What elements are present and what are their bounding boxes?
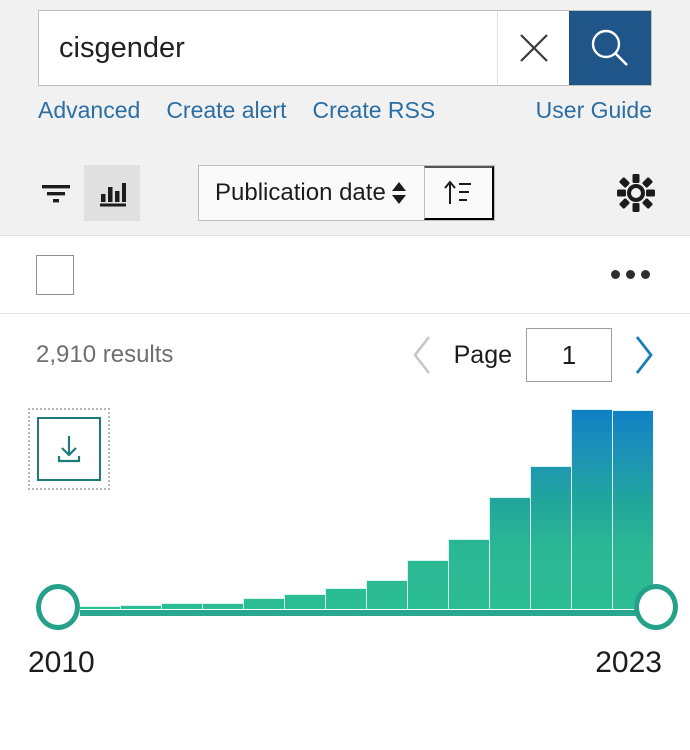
ellipsis-icon (611, 270, 620, 279)
pagination: Page (406, 328, 660, 382)
range-handle-end[interactable] (634, 584, 678, 630)
more-actions-button[interactable] (607, 262, 654, 287)
page-label: Page (453, 340, 512, 369)
filter-icon (42, 184, 70, 202)
histogram-bar[interactable] (571, 409, 612, 609)
advanced-link[interactable]: Advanced (38, 97, 140, 124)
sort-controls: Publication date (198, 164, 495, 221)
close-icon (519, 34, 548, 62)
ellipsis-icon (641, 270, 650, 279)
gear-icon (617, 173, 655, 212)
histogram-bar[interactable] (366, 580, 407, 609)
histogram-bar[interactable] (530, 466, 571, 609)
results-count: 2,910 results (36, 341, 174, 368)
histogram-bars (80, 409, 653, 609)
display-settings-button[interactable] (610, 167, 662, 219)
chevron-left-icon (412, 336, 430, 374)
search-links: Advanced Create alert Create RSS User Gu… (38, 97, 652, 124)
search-submit-button[interactable] (569, 11, 651, 85)
histogram-bar[interactable] (243, 598, 284, 609)
select-all-bar (0, 236, 690, 314)
page-number-input[interactable] (526, 328, 612, 382)
ellipsis-icon (626, 270, 635, 279)
end-year-label: 2023 (595, 646, 662, 679)
histogram-bar[interactable] (407, 560, 448, 609)
start-year-label: 2010 (28, 646, 95, 679)
next-page-button[interactable] (626, 332, 660, 378)
search-bar (38, 10, 652, 86)
results-timeline-chart: 2010 2023 (0, 396, 690, 706)
previous-page-button[interactable] (406, 332, 440, 378)
search-input[interactable] (39, 11, 497, 85)
histogram-bar[interactable] (489, 497, 530, 609)
clear-search-button[interactable] (497, 11, 569, 85)
user-guide-link[interactable]: User Guide (536, 97, 652, 124)
histogram-bar[interactable] (325, 588, 366, 609)
search-icon (591, 29, 628, 66)
results-summary-row: 2,910 results Page (0, 314, 690, 396)
sort-ascending-icon (444, 179, 472, 204)
histogram-bar[interactable] (284, 594, 325, 609)
search-header: Advanced Create alert Create RSS User Gu… (0, 0, 690, 150)
timeline-axis (80, 609, 653, 616)
timeline-toggle-button[interactable] (84, 164, 140, 221)
bar-chart-icon (100, 182, 126, 206)
histogram-bar[interactable] (448, 539, 489, 609)
sort-direction-button[interactable] (423, 165, 494, 220)
create-rss-link[interactable]: Create RSS (312, 97, 435, 124)
sort-by-label: Publication date (215, 178, 386, 206)
range-handle-start[interactable] (36, 584, 80, 630)
histogram-bar[interactable] (612, 410, 653, 609)
results-toolbar: Publication date (0, 150, 690, 236)
sort-by-select[interactable]: Publication date (199, 165, 424, 220)
select-all-checkbox[interactable] (36, 254, 74, 295)
chevron-updown-icon (391, 181, 406, 204)
create-alert-link[interactable]: Create alert (166, 97, 286, 124)
filters-button[interactable] (28, 165, 84, 221)
chevron-right-icon (635, 336, 653, 374)
